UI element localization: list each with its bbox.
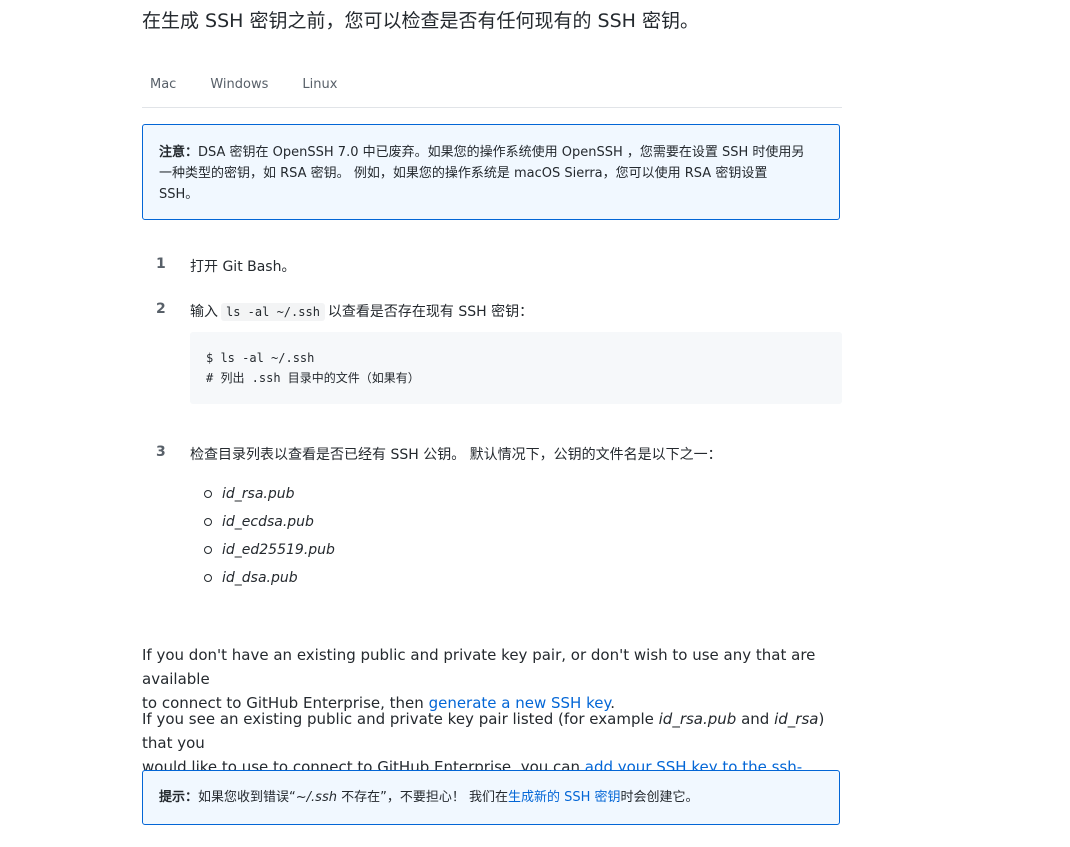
para1-text-line1: If you don't have an existing public and… bbox=[142, 646, 816, 688]
key-file-list: id_rsa.pub id_ecdsa.pub id_ed25519.pub i… bbox=[204, 480, 335, 592]
code-block: $ ls -al ~/.ssh # 列出 .ssh 目录中的文件（如果有） bbox=[190, 332, 842, 404]
tab-mac[interactable]: Mac bbox=[142, 68, 184, 102]
para2-filename-pub: id_rsa.pub bbox=[658, 710, 737, 728]
step-text-2: 输入 ls -al ~/.ssh 以查看是否存在现有 SSH 密钥： bbox=[190, 301, 533, 321]
tip-text-2: 不存在”，不要担心！ 我们在 bbox=[336, 790, 508, 805]
paragraph-no-key: If you don't have an existing public and… bbox=[142, 643, 842, 715]
note-text-line2: 一种类型的密钥，如 RSA 密钥。 例如，如果您的操作系统是 macOS Sie… bbox=[159, 166, 768, 181]
note-text-line3: SSH。 bbox=[159, 187, 199, 202]
para2-filename-private: id_rsa bbox=[774, 710, 819, 728]
tip-text-1: 如果您收到错误“ bbox=[198, 790, 296, 805]
list-item: id_dsa.pub bbox=[204, 564, 335, 592]
list-item: id_rsa.pub bbox=[204, 480, 335, 508]
tip-text-3: 时会创建它。 bbox=[620, 790, 699, 805]
step2-before: 输入 bbox=[190, 304, 218, 320]
intro-heading: 在生成 SSH 密钥之前，您可以检查是否有任何现有的 SSH 密钥。 bbox=[142, 10, 699, 32]
code-line-2: # 列出 .ssh 目录中的文件（如果有） bbox=[206, 371, 420, 385]
step-text-1: 打开 Git Bash。 bbox=[190, 259, 296, 275]
warning-note: 注意：DSA 密钥在 OpenSSH 7.0 中已废弃。如果您的操作系统使用 O… bbox=[142, 124, 840, 220]
inline-command: ls -al ~/.ssh bbox=[221, 303, 325, 321]
generate-key-link-cn[interactable]: 生成新的 SSH 密钥 bbox=[508, 790, 621, 805]
step-number-2: 2 bbox=[156, 301, 166, 317]
list-item: id_ecdsa.pub bbox=[204, 508, 335, 536]
list-item: id_ed25519.pub bbox=[204, 536, 335, 564]
tab-windows[interactable]: Windows bbox=[202, 68, 276, 102]
step-number-1: 1 bbox=[156, 256, 166, 272]
code-line-1: $ ls -al ~/.ssh bbox=[206, 351, 315, 365]
article: 在生成 SSH 密钥之前，您可以检查是否有任何现有的 SSH 密钥。 Mac W… bbox=[0, 0, 1070, 847]
step-text-3: 检查目录列表以查看是否已经有 SSH 公钥。 默认情况下，公钥的文件名是以下之一… bbox=[190, 447, 722, 463]
tip-bold-label: 提示： bbox=[159, 790, 199, 805]
note-bold-label: 注意： bbox=[159, 145, 199, 160]
step2-after: 以查看是否存在现有 SSH 密钥： bbox=[327, 304, 534, 320]
note-text-line1: DSA 密钥在 OpenSSH 7.0 中已废弃。如果您的操作系统使用 Open… bbox=[198, 145, 805, 160]
para2-and: and bbox=[736, 710, 775, 728]
para2-text-line1: If you see an existing public and privat… bbox=[142, 710, 659, 728]
os-tabs: Mac Windows Linux bbox=[142, 62, 842, 108]
tab-linux[interactable]: Linux bbox=[294, 68, 345, 102]
tip-note: 提示：如果您收到错误“~/.ssh 不存在”，不要担心！ 我们在生成新的 SSH… bbox=[142, 770, 840, 825]
tip-path: ~/.ssh bbox=[295, 790, 337, 805]
step-number-3: 3 bbox=[156, 444, 166, 460]
